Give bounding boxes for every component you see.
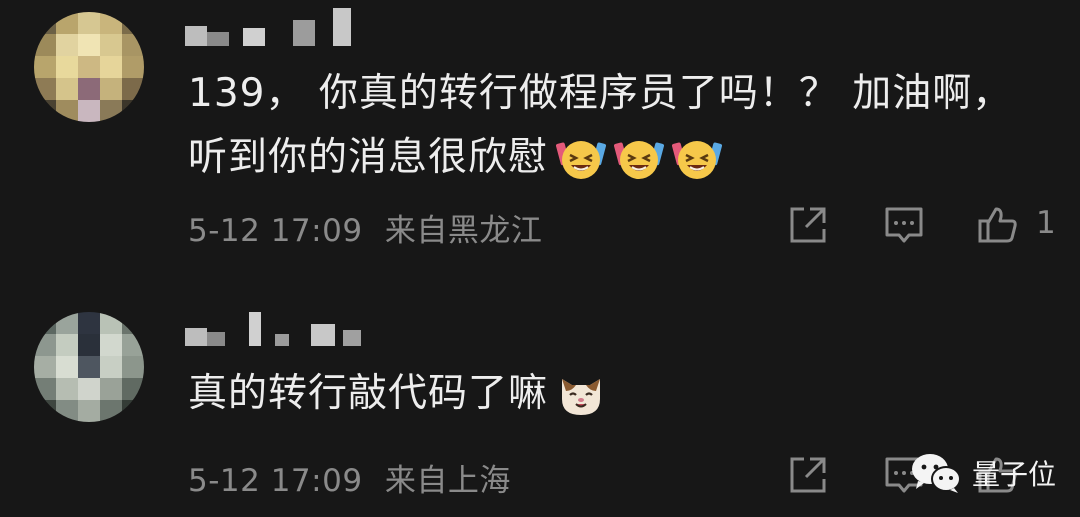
avatar[interactable] (34, 12, 144, 122)
like-count: 1 (1036, 205, 1056, 241)
comment-date: 5-12 17:09 (188, 213, 363, 249)
cat-face-emoji (556, 369, 606, 419)
comment-text-line: 139， 你真的转行做程序员了吗！？ 加油啊， (188, 71, 1013, 116)
watermark: 量子位 (910, 448, 1056, 498)
laughing-tears-emoji (556, 133, 607, 183)
share-icon (790, 207, 826, 243)
comment-location: 来自黑龙江 (384, 213, 543, 249)
comment-text-segment: 听到你的消息很欣慰 (188, 135, 549, 180)
comment-meta: 5-12 17:09 来自上海 (188, 455, 511, 500)
username-blurred[interactable] (185, 308, 361, 346)
laughing-tears-emoji (614, 133, 665, 183)
watermark-text: 量子位 (972, 458, 1057, 491)
comment-text-line: 听到你的消息很欣慰 (188, 126, 1048, 190)
like-button[interactable] (976, 203, 1020, 247)
share-button[interactable] (786, 203, 830, 247)
comment-date: 5-12 17:09 (188, 463, 363, 499)
avatar[interactable] (34, 312, 144, 422)
thumbs-up-icon (978, 207, 1017, 243)
share-icon (790, 457, 826, 493)
username-blurred[interactable] (185, 8, 351, 46)
wechat-icon (912, 454, 961, 493)
comment-text: 真的转行敲代码了嘛 (188, 362, 1048, 426)
comment-text-segment: 真的转行敲代码了嘛 (188, 371, 549, 416)
laughing-tears-emoji (672, 133, 723, 183)
share-button[interactable] (786, 453, 830, 497)
comment-text: 139， 你真的转行做程序员了吗！？ 加油啊， 听到你的消息很欣慰 (188, 62, 1048, 190)
reply-button[interactable] (882, 203, 926, 247)
comment-meta: 5-12 17:09 来自黑龙江 (188, 205, 542, 250)
comment-text-line: 真的转行敲代码了嘛 (188, 362, 1048, 426)
comment-icon (885, 207, 923, 243)
comment-location: 来自上海 (384, 463, 511, 499)
comment-item: 139， 你真的转行做程序员了吗！？ 加油啊， 听到你的消息很欣慰 5-12 1… (0, 0, 1080, 270)
